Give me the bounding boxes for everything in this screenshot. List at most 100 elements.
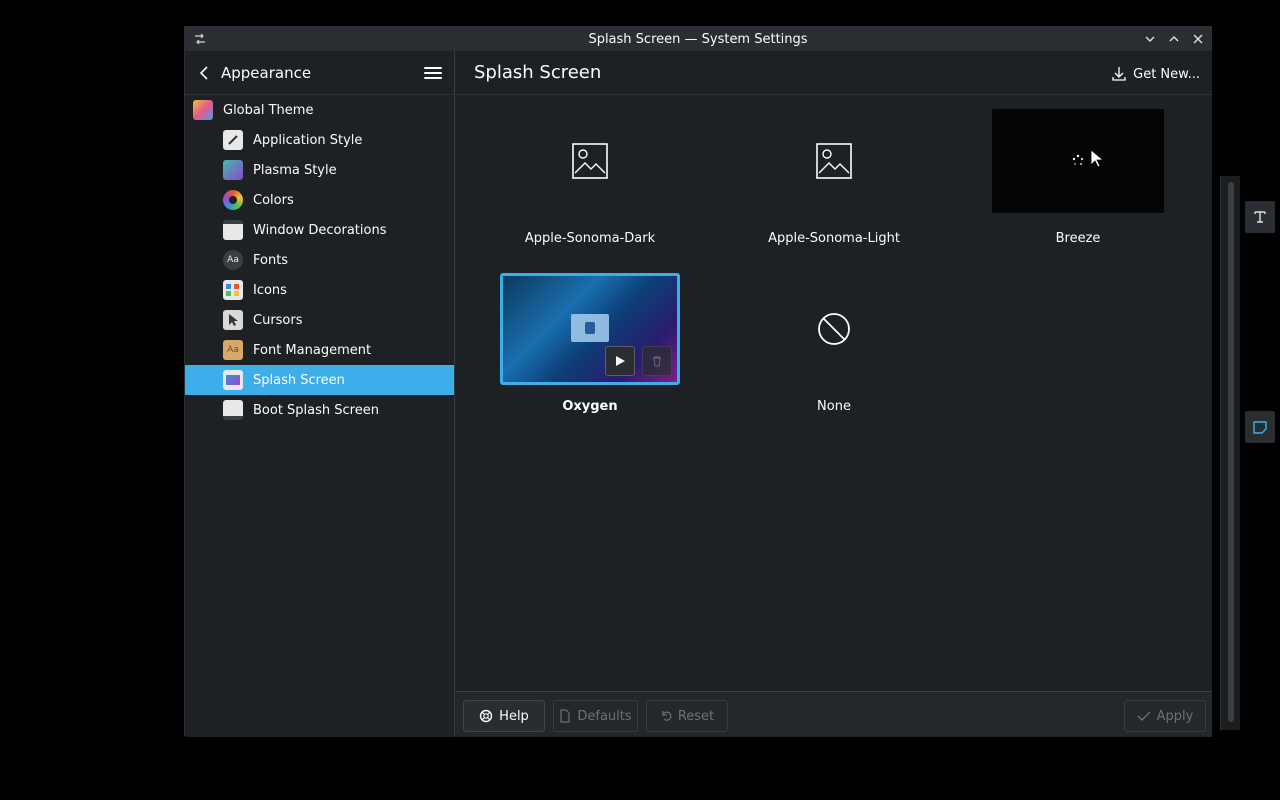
- sidebar-header: Appearance: [185, 51, 454, 95]
- window-decorations-icon: [223, 220, 243, 240]
- preview-button[interactable]: [605, 346, 635, 376]
- apply-label: Apply: [1156, 708, 1194, 724]
- document-icon: [560, 709, 570, 723]
- cursors-icon: [223, 310, 243, 330]
- theme-thumbnail-selected: [500, 273, 680, 385]
- theme-label: Apple-Sonoma-Light: [768, 231, 900, 246]
- image-placeholder-icon: [816, 143, 852, 179]
- get-new-button[interactable]: Get New...: [1111, 63, 1200, 85]
- main-panel: Splash Screen Get New... Apple-Sonoma-Da…: [456, 51, 1212, 737]
- plasma-style-icon: [223, 160, 243, 180]
- sidebar-item-colors[interactable]: Colors: [185, 185, 454, 215]
- download-icon: [1112, 67, 1126, 81]
- scrollbar-thumb[interactable]: [1228, 182, 1234, 722]
- loading-spinner-icon: [1072, 154, 1084, 166]
- reset-label: Reset: [677, 708, 715, 724]
- sidebar-item-fonts[interactable]: Aa Fonts: [185, 245, 454, 275]
- sidebar-item-label: Colors: [253, 192, 294, 208]
- splash-screen-icon: [223, 370, 243, 390]
- trash-icon: [653, 356, 661, 367]
- theme-label: Breeze: [1055, 231, 1101, 246]
- sidebar-item-boot-splash-screen[interactable]: Boot Splash Screen: [185, 395, 454, 425]
- hamburger-menu-icon[interactable]: [424, 64, 442, 82]
- close-button[interactable]: [1189, 30, 1207, 48]
- defaults-label: Defaults: [577, 708, 632, 724]
- sidebar-item-font-management[interactable]: Aa Font Management: [185, 335, 454, 365]
- sidebar-item-label: Fonts: [253, 252, 289, 268]
- theme-thumbnail: [748, 109, 920, 213]
- sidebar-item-plasma-style[interactable]: Plasma Style: [185, 155, 454, 185]
- sidebar-item-label: Plasma Style: [253, 162, 337, 178]
- sidebar-item-label: Icons: [253, 282, 287, 298]
- sidebar-item-icons[interactable]: Icons: [185, 275, 454, 305]
- apply-button[interactable]: Apply: [1124, 700, 1206, 732]
- theme-thumbnail: [748, 277, 920, 381]
- chevron-down-icon: [1145, 36, 1155, 42]
- sidebar-item-label: Global Theme: [223, 102, 314, 118]
- maximize-button[interactable]: [1165, 30, 1183, 48]
- sidebar-item-splash-screen[interactable]: Splash Screen: [185, 365, 454, 395]
- global-theme-icon: [193, 100, 213, 120]
- theme-tile-apple-sonoma-light[interactable]: Apple-Sonoma-Light: [744, 109, 924, 246]
- colors-icon: [223, 190, 243, 210]
- note-tool-button[interactable]: [1245, 411, 1275, 443]
- defaults-button[interactable]: Defaults: [553, 700, 638, 732]
- boot-splash-screen-icon: [223, 400, 243, 420]
- help-label: Help: [499, 708, 529, 724]
- theme-tile-oxygen[interactable]: Oxygen: [500, 273, 680, 414]
- fonts-icon: Aa: [223, 250, 243, 270]
- theme-thumbnail: [504, 109, 676, 213]
- sidebar-nav: Global Theme Application Style Plasma St…: [185, 95, 454, 425]
- theme-tile-none[interactable]: None: [744, 277, 924, 414]
- sidebar-item-label: Cursors: [253, 312, 303, 328]
- sidebar-title: Appearance: [221, 63, 312, 82]
- sidebar-item-window-decorations[interactable]: Window Decorations: [185, 215, 454, 245]
- undo-icon: [662, 711, 672, 721]
- oxygen-preview-card: [571, 314, 609, 342]
- theme-label: Oxygen: [562, 399, 618, 414]
- window-menu-icon[interactable]: [191, 30, 209, 48]
- sidebar: Appearance Global Theme Application Styl…: [185, 51, 455, 737]
- reset-button[interactable]: Reset: [646, 700, 728, 732]
- font-management-icon: Aa: [223, 340, 243, 360]
- side-panel-scrollbar[interactable]: [1220, 176, 1240, 730]
- sidebar-item-label: Boot Splash Screen: [253, 402, 379, 418]
- minimize-button[interactable]: [1141, 30, 1159, 48]
- window-title: Splash Screen — System Settings: [588, 31, 808, 47]
- sidebar-item-label: Window Decorations: [253, 222, 387, 238]
- titlebar[interactable]: Splash Screen — System Settings: [185, 27, 1211, 51]
- system-settings-window: Splash Screen — System Settings Appearan…: [184, 26, 1212, 737]
- close-icon: [1193, 34, 1203, 44]
- icons-icon: [223, 280, 243, 300]
- delete-button[interactable]: [642, 346, 672, 376]
- theme-label: None: [817, 399, 851, 414]
- get-new-label: Get New...: [1133, 66, 1200, 82]
- theme-tile-apple-sonoma-dark[interactable]: Apple-Sonoma-Dark: [500, 109, 680, 246]
- mouse-cursor-icon: [1090, 149, 1104, 168]
- sidebar-item-label: Application Style: [253, 132, 363, 148]
- theme-tile-breeze[interactable]: Breeze: [988, 109, 1168, 246]
- sidebar-item-application-style[interactable]: Application Style: [185, 125, 454, 155]
- sidebar-item-label: Splash Screen: [253, 372, 345, 388]
- splash-theme-grid: Apple-Sonoma-Dark Apple-Sonoma-Light Bre…: [456, 95, 1212, 691]
- theme-label: Apple-Sonoma-Dark: [524, 231, 656, 246]
- play-icon: [616, 356, 625, 366]
- note-icon: [1253, 421, 1267, 434]
- chevron-up-icon: [1169, 36, 1179, 42]
- footer-bar: Help Defaults Reset Apply: [456, 691, 1212, 737]
- back-button[interactable]: [195, 64, 213, 82]
- text-tool-button[interactable]: [1245, 201, 1275, 233]
- chevron-left-icon: [199, 65, 208, 80]
- sidebar-item-cursors[interactable]: Cursors: [185, 305, 454, 335]
- text-tool-icon: [1254, 211, 1266, 223]
- main-header: Splash Screen Get New...: [456, 51, 1212, 95]
- sidebar-item-label: Font Management: [253, 342, 372, 358]
- image-placeholder-icon: [572, 143, 608, 179]
- page-title: Splash Screen: [474, 62, 602, 83]
- checkmark-icon: [1137, 711, 1151, 721]
- sidebar-item-global-theme[interactable]: Global Theme: [185, 95, 454, 125]
- theme-thumbnail: [992, 109, 1164, 213]
- help-icon: [479, 709, 493, 723]
- none-icon: [818, 313, 850, 345]
- help-button[interactable]: Help: [463, 700, 545, 732]
